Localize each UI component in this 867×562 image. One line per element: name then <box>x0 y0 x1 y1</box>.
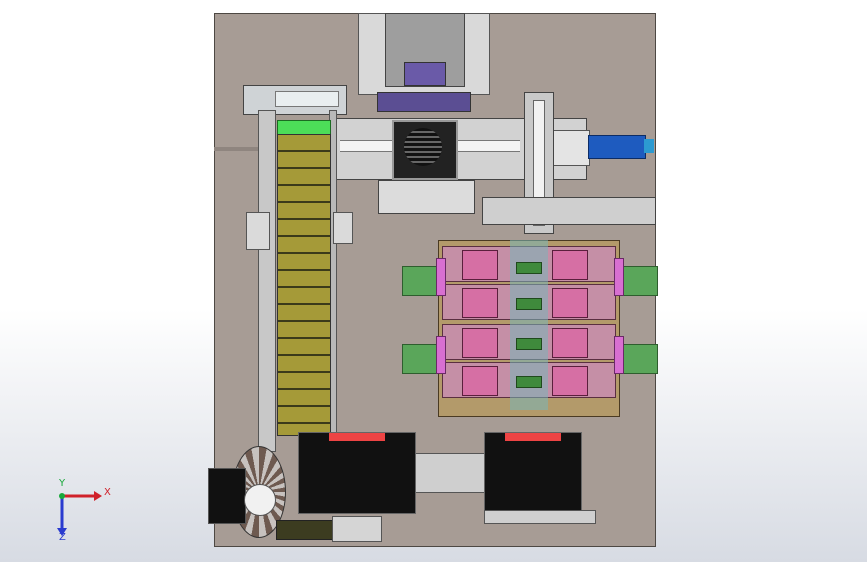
conveyor-bracket-right <box>333 212 353 244</box>
workpiece <box>516 262 542 274</box>
guide-rail-left <box>402 344 440 374</box>
x-axis-head <box>94 491 102 501</box>
gear-motor-housing <box>208 468 246 524</box>
cylinder-rod <box>275 91 339 107</box>
z-axis-label: Z <box>59 532 66 543</box>
y-axis-label: Y <box>59 478 66 489</box>
guide-rail-right <box>620 344 658 374</box>
fixture-clamp <box>462 366 498 396</box>
servo-motor <box>588 135 646 159</box>
servo-mount <box>548 130 590 166</box>
guide-end-tab <box>614 336 624 374</box>
fixture-clamp <box>552 288 588 318</box>
conveyor-rail-left <box>258 110 276 452</box>
fixture-clamp <box>462 288 498 318</box>
fixture-clamp <box>462 250 498 280</box>
guide-rail-left <box>402 266 440 296</box>
fixture-clamp <box>462 328 498 358</box>
conveyor-tail <box>276 520 334 540</box>
y-axis-dot <box>59 493 65 499</box>
drive-shaft <box>414 453 488 493</box>
guide-end-tab <box>436 258 446 296</box>
small-motor <box>332 516 382 542</box>
coordinate-triad: X Y Z <box>50 478 120 544</box>
guide-rail-right <box>620 266 658 296</box>
motor-cap <box>329 433 385 441</box>
fixture-clamp <box>552 366 588 396</box>
conveyor-belt <box>277 134 331 436</box>
rail-support-foot <box>378 180 475 214</box>
motor-cap <box>505 433 561 441</box>
fixture-clamp <box>552 328 588 358</box>
conveyor-bracket-left <box>246 212 270 250</box>
top-motor-base <box>377 92 471 112</box>
top-motor-coupling <box>404 62 446 86</box>
gear-disc <box>244 484 276 516</box>
servo-connector <box>644 139 654 153</box>
side-shelf <box>482 197 656 225</box>
guide-end-tab <box>614 258 624 296</box>
workpiece <box>516 298 542 310</box>
fixture-clamp <box>552 250 588 280</box>
workpiece <box>516 338 542 350</box>
drive-motor-left <box>298 432 416 514</box>
workpiece <box>516 376 542 388</box>
x-axis-label: X <box>104 487 111 498</box>
drive-motor-right <box>484 432 582 514</box>
guide-end-tab <box>436 336 446 374</box>
bottom-rail <box>484 510 596 524</box>
carriage-grille <box>404 128 442 166</box>
